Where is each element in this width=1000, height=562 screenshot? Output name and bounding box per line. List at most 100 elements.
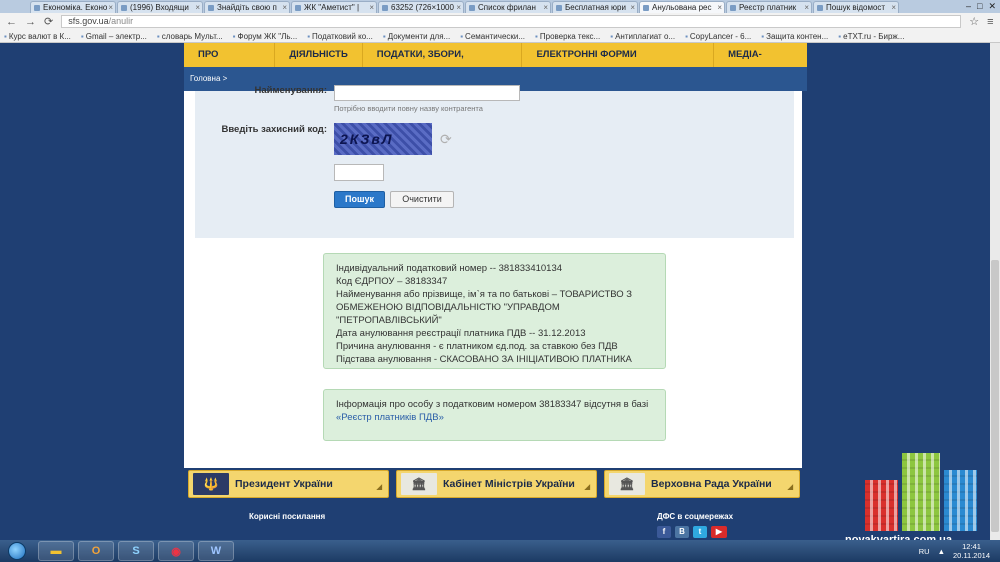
nav-item-taxes[interactable]: ПОДАТКИ, ЗБОРИ, ПЛАТЕЖІ bbox=[363, 43, 523, 84]
tab-label: Список фрилан bbox=[478, 3, 536, 12]
nav-item-eforms[interactable]: ЕЛЕКТРОННІ ФОРМИ ДОКУМЕНТІВ bbox=[522, 43, 715, 84]
star-icon[interactable]: ☆ bbox=[969, 15, 979, 28]
close-tab-icon[interactable]: × bbox=[717, 2, 722, 13]
scrollbar-thumb[interactable] bbox=[991, 260, 999, 532]
page-scrollbar[interactable] bbox=[990, 43, 1000, 540]
search-button[interactable]: Пошук bbox=[334, 191, 385, 208]
bookmark[interactable]: Семантически... bbox=[460, 32, 525, 41]
taskbar-chrome[interactable]: ◉ bbox=[158, 541, 194, 561]
useful-links-title: Корисні посилання bbox=[249, 512, 326, 521]
close-window-icon[interactable]: ✕ bbox=[988, 1, 996, 12]
taskbar-skype[interactable]: S bbox=[118, 541, 154, 561]
clear-button[interactable]: Очистити bbox=[390, 191, 454, 208]
close-tab-icon[interactable]: × bbox=[108, 2, 113, 13]
bookmark[interactable]: словарь Мульт... bbox=[157, 32, 223, 41]
notice-text: Інформація про особу з податковим номеро… bbox=[336, 399, 649, 410]
name-label: Найменування: bbox=[254, 85, 328, 96]
clock[interactable]: 12:41 20.11.2014 bbox=[953, 542, 990, 560]
taskbar-outlook[interactable]: O bbox=[78, 541, 114, 561]
clock-time: 12:41 bbox=[962, 542, 981, 551]
back-arrow-icon[interactable]: ← bbox=[6, 16, 17, 28]
bookmark[interactable]: Форум ЖК "Ль... bbox=[233, 32, 297, 41]
close-tab-icon[interactable]: × bbox=[543, 2, 548, 13]
cabinet-link[interactable]: 🏛 Кабінет Міністрів України ◢ bbox=[396, 470, 597, 498]
president-link[interactable]: 🔱 Президент України ◢ bbox=[188, 470, 389, 498]
search-form: Найменування: Потрібно вводити повну наз… bbox=[195, 85, 794, 238]
close-tab-icon[interactable]: × bbox=[804, 2, 809, 13]
browser-tab[interactable]: 63252 (726×1000 × bbox=[378, 1, 464, 13]
close-tab-icon[interactable]: × bbox=[369, 2, 374, 13]
tab-label: ЖК "Аметист" | bbox=[304, 3, 360, 12]
captcha-input[interactable] bbox=[334, 164, 384, 181]
breadcrumb-home[interactable]: Головна bbox=[190, 74, 220, 83]
bookmark[interactable]: Курс валют в К... bbox=[4, 32, 71, 41]
bookmark[interactable]: Податковий ко... bbox=[307, 32, 373, 41]
youtube-icon[interactable]: ▶ bbox=[711, 526, 727, 538]
corner-arrow-icon: ◢ bbox=[787, 484, 793, 491]
browser-tab[interactable]: Реєстр платник × bbox=[726, 1, 812, 13]
refresh-captcha-icon[interactable]: ⟳ bbox=[440, 131, 452, 148]
browser-tab[interactable]: (1996) Входящи × bbox=[117, 1, 203, 13]
result-line: Індивідуальний податковий номер -- 38183… bbox=[336, 263, 563, 274]
address-bar: ← → ⟳ sfs.gov.ua/anulir ☆ ≡ bbox=[0, 13, 1000, 30]
browser-tab[interactable]: Бесплатная юри × bbox=[552, 1, 638, 13]
bookmark[interactable]: Проверка текс... bbox=[535, 32, 600, 41]
breadcrumb-separator: > bbox=[222, 74, 228, 83]
vkontakte-icon[interactable]: B bbox=[675, 526, 689, 538]
start-button[interactable] bbox=[0, 540, 34, 562]
blue-building bbox=[944, 470, 977, 531]
nav-item-about[interactable]: ПРО СЛУЖБУ bbox=[184, 43, 276, 84]
minimize-icon[interactable]: – bbox=[966, 1, 971, 12]
rada-link[interactable]: 🏛 Верховна Рада України ◢ bbox=[604, 470, 800, 498]
close-tab-icon[interactable]: × bbox=[456, 2, 461, 13]
bookmark[interactable]: eTXT.ru - Бирж... bbox=[838, 32, 904, 41]
skype-icon: S bbox=[132, 545, 140, 557]
facebook-icon[interactable]: f bbox=[657, 526, 671, 538]
red-building bbox=[865, 480, 898, 531]
bookmark[interactable]: CopyLancer - 6... bbox=[685, 32, 751, 41]
green-building bbox=[902, 453, 940, 531]
name-hint: Потрібно вводити повну назву контрагента bbox=[334, 104, 483, 113]
vat-registry-link[interactable]: «Реєстр платників ПДВ» bbox=[336, 411, 653, 424]
corner-arrow-icon: ◢ bbox=[584, 484, 590, 491]
footer: 🔱 Президент України ◢ 🏛 Кабінет Міністрі… bbox=[184, 468, 807, 540]
folder-icon: ▬ bbox=[50, 545, 62, 557]
browser-tab[interactable]: ЖК "Аметист" | × bbox=[291, 1, 377, 13]
menu-icon[interactable]: ≡ bbox=[987, 16, 993, 28]
url-path: /anulir bbox=[108, 16, 134, 26]
browser-tab[interactable]: Пошук відомост × bbox=[813, 1, 899, 13]
close-tab-icon[interactable]: × bbox=[282, 2, 287, 13]
reload-icon[interactable]: ⟳ bbox=[44, 15, 53, 28]
taskbar-explorer[interactable]: ▬ bbox=[38, 541, 74, 561]
browser-tab[interactable]: Знайдіть свою п × bbox=[204, 1, 290, 13]
language-indicator[interactable]: RU bbox=[919, 547, 930, 556]
nav-item-media[interactable]: МЕДІА-ЦЕНТР bbox=[714, 43, 807, 84]
building-icon: 🏛 bbox=[401, 473, 437, 495]
name-input[interactable] bbox=[334, 85, 520, 101]
network-icon[interactable]: ▲ bbox=[938, 547, 945, 556]
close-tab-icon[interactable]: × bbox=[630, 2, 635, 13]
bookmark[interactable]: Документи для... bbox=[383, 32, 451, 41]
tab-label: Бесплатная юри bbox=[565, 3, 626, 12]
close-tab-icon[interactable]: × bbox=[195, 2, 200, 13]
bookmark[interactable]: Защита контен... bbox=[761, 32, 828, 41]
taskbar-word[interactable]: W bbox=[198, 541, 234, 561]
main-content: Найменування: Потрібно вводити повну наз… bbox=[184, 85, 802, 501]
forward-arrow-icon[interactable]: → bbox=[25, 16, 36, 28]
browser-tab-active[interactable]: Анульована рес × bbox=[639, 1, 725, 13]
nav-item-activity[interactable]: ДІЯЛЬНІСТЬ bbox=[275, 43, 363, 67]
result-line: Найменування або прізвище, ім`я та по ба… bbox=[336, 289, 633, 326]
browser-tab[interactable]: Економіка. Еконо × bbox=[30, 1, 116, 13]
browser-tab[interactable]: Список фрилан × bbox=[465, 1, 551, 13]
bookmark[interactable]: Gmail – электр... bbox=[81, 32, 147, 41]
tab-label: Знайдіть свою п bbox=[217, 3, 277, 12]
twitter-icon[interactable]: t bbox=[693, 526, 707, 538]
windows-orb-icon bbox=[8, 542, 26, 560]
tab-label: 63252 (726×1000 bbox=[391, 3, 454, 12]
clock-date: 20.11.2014 bbox=[953, 551, 990, 560]
maximize-icon[interactable]: □ bbox=[977, 1, 982, 12]
close-tab-icon[interactable]: × bbox=[891, 2, 896, 13]
bookmark[interactable]: Антиплагиат о... bbox=[610, 32, 675, 41]
url-input[interactable]: sfs.gov.ua/anulir bbox=[61, 15, 962, 28]
captcha-image: 2КЗвЛ bbox=[334, 123, 432, 155]
